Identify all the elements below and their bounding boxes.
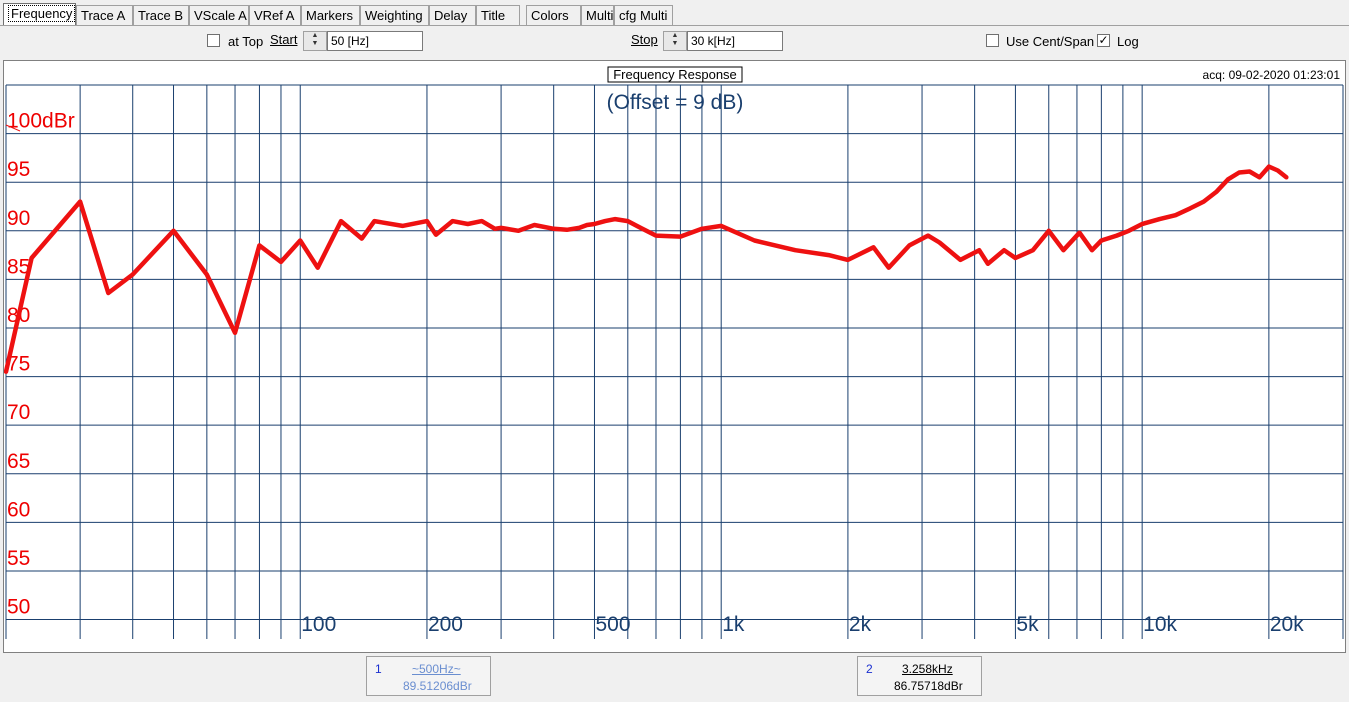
spinner-up-icon[interactable]: ▲ — [664, 32, 686, 40]
marker-2-value: 86.75718dBr — [894, 679, 963, 693]
tab-label: Title — [481, 8, 506, 23]
y-tick-label: 90 — [7, 207, 30, 230]
start-label[interactable]: Start — [270, 32, 297, 47]
tab-label: Trace A — [81, 8, 126, 23]
stop-spinner[interactable]: ▲ ▼ — [663, 31, 687, 51]
tab-vscale-a[interactable]: VScale A — [189, 5, 249, 25]
tab-cfg-multi[interactable]: cfg Multi — [614, 5, 673, 25]
trace-series — [4, 164, 1289, 374]
acquisition-timestamp: acq: 09-02-2020 01:23:01 — [1203, 68, 1341, 82]
tab-label: Weighting — [365, 8, 423, 23]
log-label: Log — [1117, 34, 1139, 49]
tab-label: Multi — [586, 8, 614, 23]
tab-trace-a[interactable]: Trace A — [76, 5, 133, 25]
x-tick-label: 2k — [849, 613, 872, 636]
start-spinner[interactable]: ▲ ▼ — [303, 31, 327, 51]
marker-2-box[interactable]: 2 3.258kHz 86.75718dBr — [857, 656, 982, 696]
frequency-response-chart[interactable]: 50556065707580859095100dBr 100 200 500 1k 2k… — [4, 61, 1345, 652]
tab-vref-a[interactable]: VRef A — [249, 5, 301, 25]
chart-title: Frequency Response — [613, 67, 737, 82]
tab-markers[interactable]: Markers — [301, 5, 360, 25]
log-checkbox[interactable]: ✓ — [1097, 34, 1110, 47]
spinner-up-icon[interactable]: ▲ — [304, 32, 326, 40]
tab-colors[interactable]: Colors — [526, 5, 581, 25]
stop-label[interactable]: Stop — [631, 32, 658, 47]
tab-label: cfg Multi — [619, 8, 668, 23]
spinner-down-icon[interactable]: ▼ — [664, 40, 686, 48]
y-tick-label: 95 — [7, 158, 30, 181]
x-tick-label: 20k — [1270, 613, 1304, 636]
tab-label: Markers — [306, 8, 353, 23]
y-tick-label: 65 — [7, 450, 30, 473]
x-tick-label: 10k — [1143, 613, 1177, 636]
tab-bar: Frequency Trace A Trace B VScale A VRef A Mar… — [0, 0, 1349, 28]
y-tick-label: 70 — [7, 401, 30, 424]
tab-label: Colors — [531, 8, 569, 23]
marker-2-frequency[interactable]: 3.258kHz — [902, 662, 953, 676]
tab-trace-b[interactable]: Trace B — [133, 5, 189, 25]
use-cent-span-label: Use Cent/Span — [1006, 34, 1095, 49]
use-cent-span-checkbox[interactable] — [986, 34, 999, 47]
tab-delay[interactable]: Delay — [429, 5, 476, 25]
at-top-label: at Top — [228, 34, 264, 49]
x-tick-label: 500 — [595, 613, 630, 636]
tab-underline — [0, 25, 1349, 26]
at-top-checkbox[interactable] — [207, 34, 220, 47]
marker-1-index: 1 — [375, 662, 382, 676]
tab-multi[interactable]: Multi — [581, 5, 614, 25]
stop-input[interactable]: 30 k[Hz] — [687, 31, 783, 51]
spinner-down-icon[interactable]: ▼ — [304, 40, 326, 48]
x-tick-label: 5k — [1016, 613, 1039, 636]
x-tick-label: 1k — [722, 613, 745, 636]
chart-area[interactable]: 50 55 60 65 70 75 80 85 90 95 100dBr 100 200 500 1k 2k… — [3, 60, 1346, 653]
y-tick-label: 55 — [7, 547, 30, 570]
marker-1-box[interactable]: 1 ~500Hz~ 89.51206dBr — [366, 656, 491, 696]
marker-1-frequency[interactable]: ~500Hz~ — [412, 662, 461, 676]
y-tick-label: 50 — [7, 596, 30, 619]
marker-2-index: 2 — [866, 662, 873, 676]
chart-overlay: Frequency Response acq: 09-02-2020 01:23:… — [5, 66, 1341, 132]
tab-label: VScale A — [194, 8, 247, 23]
tab-label: Delay — [434, 8, 468, 23]
tab-label: Trace B — [138, 8, 184, 23]
tab-label: Frequency — [8, 5, 76, 22]
check-mark-icon: ✓ — [1098, 33, 1109, 47]
x-tick-labels: 100 200 500 1k 2k 5k 10k 20k — [301, 613, 1304, 636]
trace-line[interactable] — [4, 164, 1289, 374]
grid-lines — [5, 84, 1344, 639]
x-tick-label: 200 — [428, 613, 463, 636]
y-tick-label: 60 — [7, 498, 30, 521]
tab-weighting[interactable]: Weighting — [360, 5, 429, 25]
tab-frequency[interactable]: Frequency — [3, 3, 76, 26]
y-tick-labels: 50556065707580859095100dBr — [7, 110, 75, 619]
x-tick-label: 100 — [301, 613, 336, 636]
tab-title[interactable]: Title — [476, 5, 520, 25]
tab-label: VRef A — [254, 8, 295, 23]
y-tick-label: 100dBr — [7, 110, 75, 133]
start-input[interactable]: 50 [Hz] — [327, 31, 423, 51]
offset-annotation: (Offset = 9 dB) — [607, 91, 744, 114]
marker-1-value: 89.51206dBr — [403, 679, 472, 693]
